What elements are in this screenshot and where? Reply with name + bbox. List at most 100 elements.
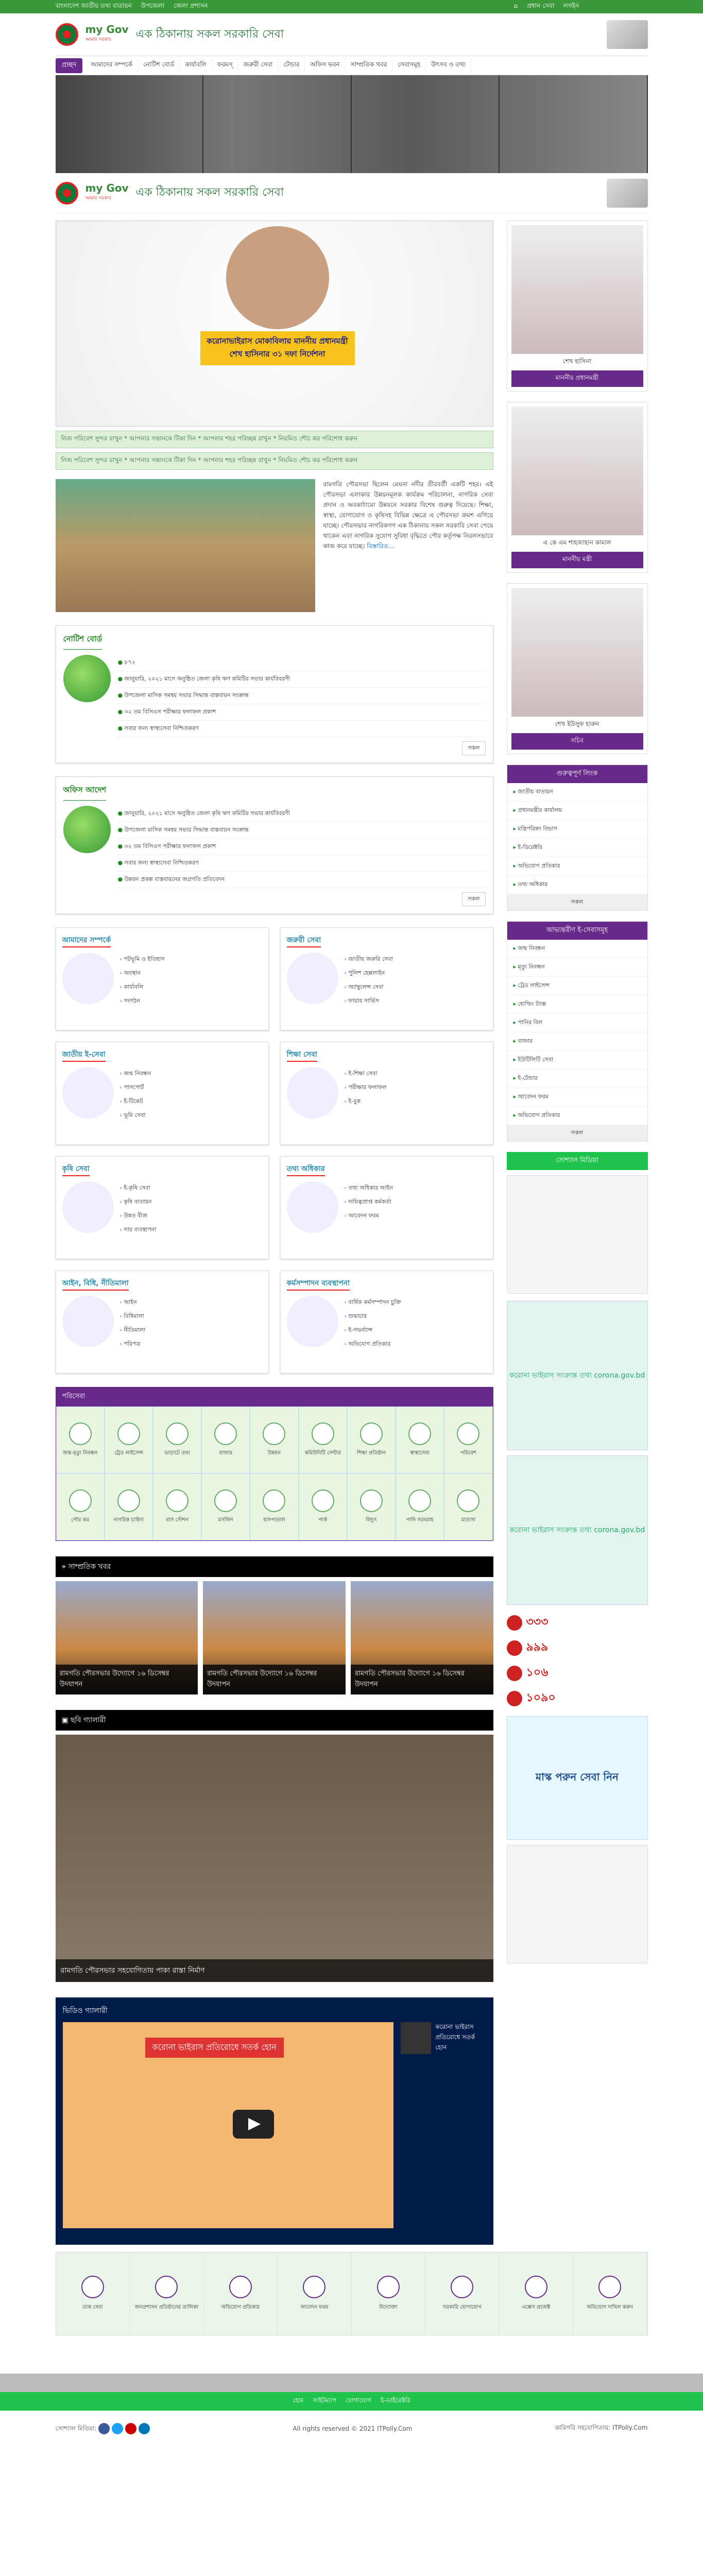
portal-item[interactable]: নাগরিক চাহিদা [104,1473,153,1540]
corona-banner[interactable]: করোনা ভাইরাস সংক্রান্ত তথ্য corona.gov.b… [506,1455,648,1605]
portal-item[interactable]: উন্নয়ন [250,1406,299,1473]
portal-item[interactable]: মসজিদ [201,1473,250,1540]
linkedin-icon[interactable] [139,2422,150,2434]
quick-service[interactable]: এক্সেস প্রজেক্ট [499,2252,573,2335]
service-link[interactable]: বিধিমালা [120,1310,146,1324]
service-title[interactable]: জাতীয় ই-সেবা [62,1048,106,1062]
portal-item[interactable]: স্বাস্থ্যসেবা [396,1406,444,1473]
notice-item[interactable]: উপজেলা মাসিক সমন্বয় সভার সিদ্ধান্ত বাস্… [117,688,486,704]
eservices-all-button[interactable]: সকল [507,1125,647,1141]
hero-banner[interactable]: করোনাভাইরাস মোকাবিলায় মাননীয় প্রধানমন্… [55,221,493,427]
portal-item[interactable]: মাদ্রাসা [444,1473,493,1540]
top-right-link[interactable]: লগইন [563,2,579,9]
notice-all-button[interactable]: সকল [462,741,486,755]
service-link[interactable]: জন্ম নিবন্ধন [120,1067,151,1081]
quick-service[interactable]: ডাক সেবা [56,2252,130,2335]
office-item[interactable]: উপজেলা মাসিক সমন্বয় সভার সিদ্ধান্ত বাস্… [117,822,486,839]
sidebar-link[interactable]: মৃত্যু নিবন্ধন [507,958,647,977]
top-link[interactable]: জেলা প্রশাসন [174,2,208,9]
top-link[interactable]: বাংলাদেশ জাতীয় তথ্য বাতায়ন [56,2,132,9]
credit[interactable]: কারিগরি সহযোগিতায়: ITPolly.Com [555,2424,647,2434]
service-title[interactable]: আমাদের সম্পর্কে [62,934,111,947]
footer-link[interactable]: হোম [293,2396,303,2406]
service-link[interactable]: আবেদন ফরম [345,1209,393,1223]
service-link[interactable]: অবস্থান [120,967,165,980]
sidebar-link[interactable]: বাজার [507,1032,647,1051]
office-item[interactable]: সবার জন্য স্বাস্থ্যসেবা নিশ্চিতকরণ [117,855,486,872]
facebook-icon[interactable] [98,2422,110,2434]
service-link[interactable]: পরিপত্র [120,1337,146,1351]
read-more-link[interactable]: বিস্তারিত... [367,543,394,550]
service-link[interactable]: নীতিমালা [120,1324,145,1337]
sidebar-link[interactable]: তথ্য অধিকার [507,876,647,894]
portal-item[interactable]: বাজার [201,1406,250,1473]
news-item[interactable]: রামগতি পৌরসভার উদ্যোগে ১৬ ডিসেম্বর উদযাপ… [55,1581,198,1694]
service-link[interactable]: পাসপোর্ট [120,1081,151,1095]
nav-item[interactable]: জরুরী সেবা [238,58,279,73]
service-link[interactable]: সংগঠন [120,994,165,1008]
sidebar-link[interactable]: হোল্ডিং ট্যাক্স [507,995,647,1014]
sidebar-link[interactable]: অভিযোগ প্রতিকার [507,1107,647,1125]
sidebar-link[interactable]: ইউটিলিটি সেবা [507,1051,647,1070]
sidebar-link[interactable]: জন্ম নিবন্ধন [507,940,647,958]
portal-item[interactable]: পার্ক [298,1473,347,1540]
top-right-link[interactable]: প্রধান সেবা [527,2,554,9]
portal-item[interactable]: হাসপাতাল [250,1473,299,1540]
video-thumb[interactable]: করোনা ভাইরাস প্রতিরোধে সতর্ক হোন [400,2022,486,2054]
service-link[interactable]: পুলিশ হেল্পলাইন [345,967,393,980]
service-title[interactable]: তথ্য অধিকার [286,1163,325,1176]
service-link[interactable]: জাতীয় জরুরি সেবা [345,953,392,967]
service-link[interactable]: ই-শিক্ষা সেবা [345,1067,387,1081]
nav-item[interactable]: টেন্ডার [278,58,305,73]
service-link[interactable]: তথ্য অধিকার আইন [345,1181,392,1195]
service-link[interactable]: পরীক্ষার ফলাফল [345,1081,386,1095]
youtube-icon[interactable] [125,2422,137,2434]
hotline[interactable]: ১০৬ [506,1660,648,1686]
news-item[interactable]: রামগতি পৌরসভার উদ্যোগে ১৬ ডিসেম্বর উদযাপ… [350,1581,493,1694]
sidebar-link[interactable]: মন্ত্রিপরিষদ বিভাগ [507,820,647,839]
service-link[interactable]: পটভূমি ও ইতিহাস [120,953,164,967]
home-icon[interactable]: ⌂ [514,2,518,9]
sidebar-link[interactable]: ই-টেন্ডার [507,1070,647,1088]
portal-item[interactable]: বিদ্যুৎ [347,1473,396,1540]
play-icon[interactable] [232,2110,274,2139]
office-item[interactable]: জানুয়ারি, ২০২১ মাসে অনুষ্ঠিত জেলা কৃষি … [117,806,486,822]
service-link[interactable]: কার্যাবলি [120,980,165,994]
hotline[interactable]: ৩৩৩ [506,1610,648,1635]
quick-service[interactable]: উদ্যোক্তা [351,2252,425,2335]
top-link[interactable]: উপজেলা [141,2,164,9]
service-link[interactable]: বার্ষিক কর্মসম্পাদন চুক্তি [345,1296,401,1310]
footer-link[interactable]: যোগাযোগ [346,2396,371,2406]
office-all-button[interactable]: সকল [462,892,486,906]
notice-item[interactable]: ৩২ তম বিসিএস পরীক্ষার ফলাফল প্রকাশ [117,704,486,721]
service-link[interactable]: আইন [120,1296,146,1310]
notice-item[interactable]: জানুয়ারি, ২০২১ মাসে অনুষ্ঠিত জেলা কৃষি … [117,671,486,688]
service-link[interactable]: কৃষি বাতায়ন [120,1195,157,1209]
sidebar-link[interactable]: ই-ডিরেক্টরি [507,839,647,857]
quick-service[interactable]: অভিযোগ দাখিল করুন [573,2252,647,2335]
quick-service[interactable]: জনপ্রশাসন প্রতিষ্ঠানের তালিকা [130,2252,204,2335]
office-item[interactable]: ৩২ তম বিসিএস পরীক্ষার ফলাফল প্রকাশ [117,839,486,855]
service-title[interactable]: আইন, বিধি, নীতিমালা [62,1277,129,1291]
portal-item[interactable]: পরিবেশ [444,1406,493,1473]
service-link[interactable]: দায়িত্বপ্রাপ্ত কর্মকর্তা [345,1195,393,1209]
nav-item[interactable]: আমাদের সম্পর্কে [85,58,139,73]
notice-item[interactable]: সবার জন্য স্বাস্থ্যসেবা নিশ্চিতকরণ [117,721,486,737]
corona-banner[interactable]: করোনা ভাইরাস সংক্রান্ত তথ্য corona.gov.b… [506,1301,648,1450]
service-link[interactable]: ভূমি সেবা [120,1109,151,1123]
news-item[interactable]: রামগতি পৌরসভার উদ্যোগে ১৬ ডিসেম্বর উদযাপ… [203,1581,346,1694]
portal-item[interactable]: বাস স্টেশন [152,1473,202,1540]
service-link[interactable]: ই-বুক [345,1095,387,1109]
nav-item[interactable]: সেবাসমূহ [392,58,426,73]
service-link[interactable]: ই-গভর্ন্যান্স [345,1324,401,1337]
photo-gallery[interactable]: রামগতি পৌরসভার সহযোগিতায় পাকা রাস্তা নি… [55,1735,493,1982]
footer-link[interactable]: সাইটম্যাপ [313,2396,336,2406]
video-player[interactable]: করোনা ভাইরাস প্রতিরোধে সতর্ক হোন [62,2022,393,2228]
service-link[interactable]: সার ব্যবস্থাপনা [120,1223,156,1237]
sidebar-link[interactable]: জাতীয় বাতায়ন [507,783,647,802]
sidebar-link[interactable]: আবেদন ফরম [507,1088,647,1107]
hotline[interactable]: ১০৯০ [506,1686,648,1711]
service-link[interactable]: ফায়ার সার্ভিস [345,994,393,1008]
mask-banner[interactable]: মাস্ক পরুন সেবা নিন [506,1716,648,1840]
quick-service[interactable]: অভিযোগ প্রতিকার [203,2252,278,2335]
